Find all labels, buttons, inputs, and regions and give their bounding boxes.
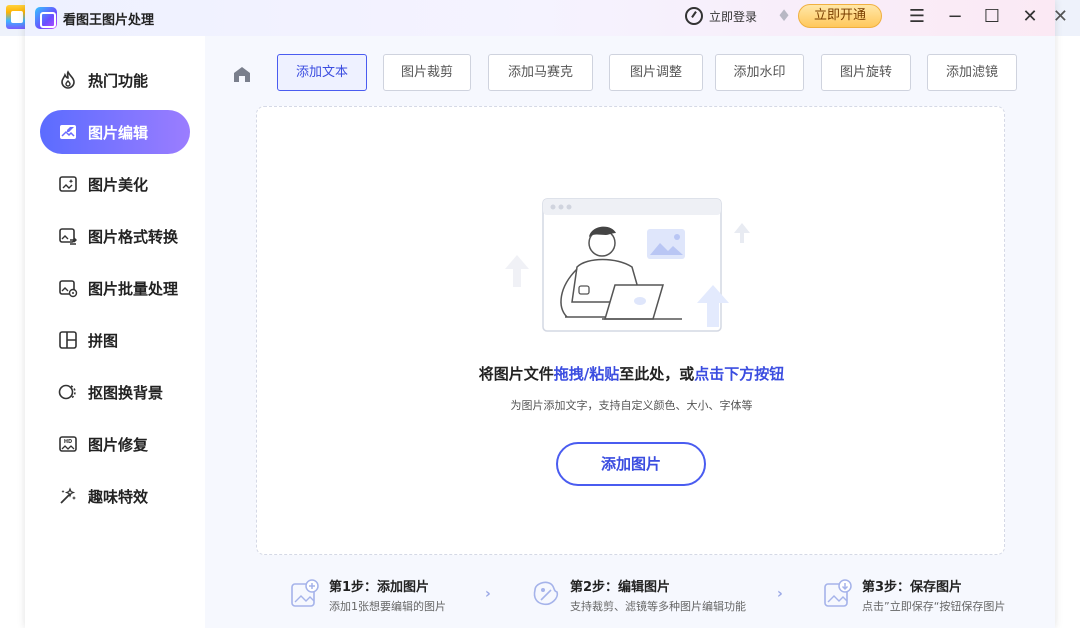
sidebar-item-label: 图片编辑 xyxy=(88,123,149,142)
home-icon[interactable] xyxy=(232,65,252,83)
tab-filter[interactable]: 添加滤镜 xyxy=(927,54,1017,91)
tab-watermark[interactable]: 添加水印 xyxy=(715,54,804,91)
menu-icon[interactable]: ☰ xyxy=(905,5,929,29)
magic-wand-icon xyxy=(58,486,78,506)
tab-mosaic[interactable]: 添加马赛克 xyxy=(488,54,593,91)
login-label[interactable]: 立即登录 xyxy=(709,8,757,25)
step-2-desc: 支持裁剪、滤镜等多种图片编辑功能 xyxy=(570,600,746,613)
sidebar-item-hot[interactable]: 热门功能 xyxy=(40,58,190,102)
main-content: 添加文本 图片裁剪 添加马赛克 图片调整 添加水印 图片旋转 添加滤镜 将图片文… xyxy=(205,36,1055,628)
sidebar-item-label: 图片批量处理 xyxy=(88,279,179,298)
background-window-edge-left xyxy=(0,36,25,628)
step-2-title: 第2步：编辑图片 xyxy=(570,580,671,595)
tab-adjust[interactable]: 图片调整 xyxy=(609,54,703,91)
sidebar-item-label: 拼图 xyxy=(88,331,119,350)
step-3-title: 第3步：保存图片 xyxy=(862,580,963,595)
edit-image-step-icon xyxy=(533,581,559,606)
sidebar-item-image-edit[interactable]: 图片编辑 xyxy=(40,110,190,154)
sidebar-item-batch[interactable]: 图片批量处理 xyxy=(40,266,190,310)
flame-icon xyxy=(58,70,78,90)
drop-zone-title: 将图片文件拖拽/粘贴至此处，或点击下方按钮 xyxy=(257,363,1006,384)
app-title: 看图王图片处理 xyxy=(63,12,155,28)
tab-add-text[interactable]: 添加文本 xyxy=(277,54,367,91)
upload-illustration xyxy=(503,198,750,332)
drop-zone-subtitle: 为图片添加文字，支持自定义颜色、大小、字体等 xyxy=(510,399,753,412)
image-sparkle-icon xyxy=(58,174,78,194)
sidebar-item-label: 热门功能 xyxy=(88,71,149,90)
diamond-icon[interactable]: ♦ xyxy=(775,7,793,25)
minimize-icon[interactable]: − xyxy=(943,5,967,29)
add-image-button[interactable]: 添加图片 xyxy=(556,442,706,486)
image-batch-icon xyxy=(58,278,78,298)
image-edit-icon xyxy=(58,122,78,142)
sidebar-item-repair[interactable]: HD 图片修复 xyxy=(40,422,190,466)
sidebar: 热门功能 图片编辑 图片美化 图片格式转换 图片批量处理 拼图 抠图换背景 HD… xyxy=(25,36,205,628)
login-link[interactable]: 立即登录 ♦ xyxy=(685,7,793,25)
vip-activate-button[interactable]: 立即开通 xyxy=(798,4,882,28)
drop-title-prefix: 将图片文件 xyxy=(478,365,554,383)
app-window: 看图王图片处理 立即登录 ♦ 立即开通 ☰ − ☐ ✕ 热门功能 图片编辑 图片… xyxy=(25,0,1055,628)
chevron-right-icon: › xyxy=(485,586,491,602)
app-logo-icon xyxy=(35,7,57,29)
cutout-icon xyxy=(58,382,78,402)
clock-icon xyxy=(685,7,703,25)
chevron-right-icon: › xyxy=(777,586,783,602)
steps-guide: 第1步：添加图片 添加1张想要编辑的图片 › 第2步：编辑图片 支持裁剪、滤镜等… xyxy=(265,574,1025,624)
hd-repair-icon: HD xyxy=(58,434,78,454)
save-image-step-icon xyxy=(824,579,852,607)
drop-title-highlight-click: 点击下方按钮 xyxy=(694,365,785,383)
sidebar-item-label: 图片修复 xyxy=(88,435,149,454)
sidebar-item-beautify[interactable]: 图片美化 xyxy=(40,162,190,206)
drop-title-middle: 至此处，或 xyxy=(619,365,695,383)
sidebar-item-label: 趣味特效 xyxy=(88,487,149,506)
tab-rotate[interactable]: 图片旋转 xyxy=(821,54,911,91)
maximize-icon[interactable]: ☐ xyxy=(980,5,1004,29)
sidebar-item-label: 抠图换背景 xyxy=(88,383,164,402)
sidebar-item-format-convert[interactable]: 图片格式转换 xyxy=(40,214,190,258)
step-1-desc: 添加1张想要编辑的图片 xyxy=(329,600,446,613)
sidebar-item-collage[interactable]: 拼图 xyxy=(40,318,190,362)
drop-zone[interactable]: 将图片文件拖拽/粘贴至此处，或点击下方按钮 为图片添加文字，支持自定义颜色、大小… xyxy=(256,106,1005,555)
tab-crop[interactable]: 图片裁剪 xyxy=(383,54,471,91)
sidebar-item-label: 图片格式转换 xyxy=(88,227,179,246)
collage-icon xyxy=(58,330,78,350)
step-1-title: 第1步：添加图片 xyxy=(329,580,430,595)
background-close-icon[interactable]: ✕ xyxy=(1053,6,1068,27)
title-bar: 看图王图片处理 立即登录 ♦ 立即开通 ☰ − ☐ ✕ xyxy=(25,0,1055,36)
close-icon[interactable]: ✕ xyxy=(1018,5,1042,29)
step-3-desc: 点击”立即保存“按钮保存图片 xyxy=(862,600,1006,613)
svg-text:HD: HD xyxy=(64,439,72,445)
drop-title-highlight-drag: 拖拽/粘贴 xyxy=(553,365,620,383)
background-window-edge-right xyxy=(1055,36,1080,628)
sidebar-item-effects[interactable]: 趣味特效 xyxy=(40,474,190,518)
sidebar-item-label: 图片美化 xyxy=(88,175,149,194)
sidebar-item-cutout[interactable]: 抠图换背景 xyxy=(40,370,190,414)
image-convert-icon xyxy=(58,226,78,246)
add-image-step-icon xyxy=(291,579,319,607)
